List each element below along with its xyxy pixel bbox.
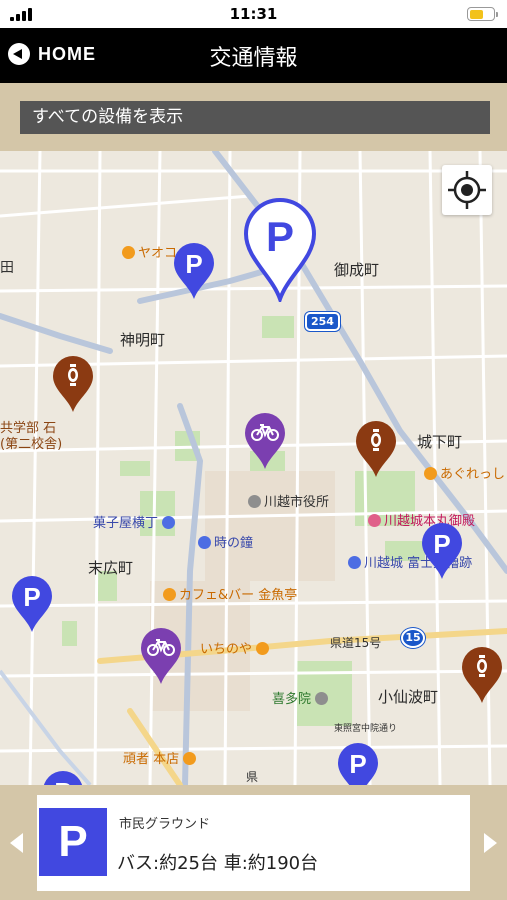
next-arrow-button[interactable] bbox=[484, 833, 497, 853]
map-label-left-edge: 田 bbox=[0, 260, 14, 276]
route-254-badge: 254 bbox=[305, 312, 340, 331]
bicycle-parking-marker[interactable] bbox=[140, 628, 182, 686]
map-label-kosenba: 小仙波町 bbox=[378, 688, 439, 706]
landmark-icon bbox=[368, 514, 381, 527]
star-icon bbox=[198, 536, 211, 549]
temple-icon bbox=[315, 692, 329, 705]
svg-text:P: P bbox=[349, 749, 366, 779]
map-label-toshogu: 東照宮中院通り bbox=[334, 724, 398, 734]
map-label-toki: 時の鐘 bbox=[198, 532, 253, 551]
parking-marker-selected[interactable]: P bbox=[242, 196, 318, 302]
route-15-badge: 15 bbox=[401, 628, 425, 648]
svg-text:P: P bbox=[266, 213, 294, 260]
status-bar: 11:31 bbox=[0, 0, 507, 28]
svg-text:P: P bbox=[54, 777, 71, 785]
svg-text:P: P bbox=[433, 529, 450, 559]
crosshair-icon bbox=[448, 171, 486, 209]
parking-marker[interactable]: P bbox=[172, 243, 216, 301]
map-label-suehiro: 末広町 bbox=[88, 559, 134, 577]
map-label-ganja: 頑者 本店 bbox=[123, 748, 199, 767]
battery-icon bbox=[467, 7, 498, 21]
map-label-ichinoya: いちのや bbox=[200, 638, 272, 657]
facility-card[interactable]: P 市民グラウンド バス:約25台 車:約190台 bbox=[37, 795, 470, 891]
facility-filter-select[interactable]: すべての設備を表示 bbox=[20, 101, 490, 134]
star-icon bbox=[348, 556, 361, 569]
parking-marker[interactable]: P bbox=[41, 771, 85, 785]
svg-text:P: P bbox=[185, 249, 202, 279]
map-label-yaoko: ヤオコ bbox=[122, 242, 177, 261]
nav-bar: HOME 交通情報 bbox=[0, 28, 507, 83]
map-label-kyosai-2: (第二校舎) bbox=[0, 437, 63, 452]
map-label-kitain: 喜多院 bbox=[272, 688, 331, 707]
parking-marker[interactable]: P bbox=[420, 523, 464, 581]
map-label-joka: 城下町 bbox=[417, 433, 463, 451]
map[interactable]: 御成町 神明町 城下町 末広町 小仙波町 田 共学部 石 (第二校舎) ヤオコ … bbox=[0, 151, 507, 785]
bicycle-parking-marker[interactable] bbox=[244, 413, 286, 471]
filter-bar: すべての設備を表示 bbox=[0, 83, 507, 151]
shopping-cart-icon bbox=[122, 246, 135, 259]
map-label-shinmei: 神明町 bbox=[120, 331, 166, 349]
clock: 11:31 bbox=[229, 5, 278, 23]
shop-icon bbox=[424, 467, 437, 480]
svg-text:P: P bbox=[23, 582, 40, 612]
facility-panel: P 市民グラウンド バス:約25台 車:約190台 bbox=[0, 785, 507, 900]
cafe-icon bbox=[163, 588, 176, 601]
map-label-route15: 県道15号 bbox=[330, 636, 382, 650]
map-label-kashiya: 菓子屋横丁 bbox=[93, 512, 178, 531]
restaurant-icon bbox=[256, 642, 270, 655]
facility-name: 市民グラウンド bbox=[119, 817, 211, 832]
parking-marker[interactable]: P bbox=[336, 743, 380, 785]
sightseeing-marker[interactable] bbox=[355, 421, 397, 479]
map-label-ken: 県 bbox=[246, 770, 259, 784]
map-label-cafe: カフェ&バー 金魚亭 bbox=[163, 584, 297, 603]
page-title: 交通情報 bbox=[209, 46, 298, 71]
map-label-onari: 御成町 bbox=[334, 261, 380, 279]
government-building-icon bbox=[248, 495, 261, 508]
parking-icon: P bbox=[39, 808, 107, 876]
restaurant-icon bbox=[183, 752, 197, 765]
map-label-agure: あぐれっし bbox=[424, 463, 505, 482]
parking-marker[interactable]: P bbox=[10, 576, 54, 634]
map-label-city-hall: 川越市役所 bbox=[248, 491, 329, 510]
previous-arrow-button[interactable] bbox=[10, 833, 23, 853]
sightseeing-marker[interactable] bbox=[52, 356, 94, 414]
star-icon bbox=[162, 516, 176, 529]
sightseeing-marker[interactable] bbox=[461, 647, 503, 705]
locate-me-button[interactable] bbox=[442, 165, 492, 215]
facility-capacity: バス:約25台 車:約190台 bbox=[117, 853, 319, 874]
